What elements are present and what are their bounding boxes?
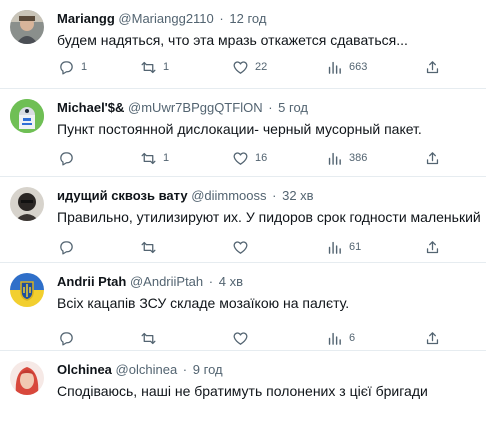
timestamp[interactable]: 9 год xyxy=(193,362,223,377)
tweet-header: Michael'$& @mUwr7BPggQTFlON · 5 год xyxy=(57,99,480,117)
retweet-button[interactable] xyxy=(140,329,163,347)
separator-dot: · xyxy=(182,362,188,377)
heart-icon xyxy=(233,60,248,74)
tweet-text: Сподіваюсь, наші не братимуть полонених … xyxy=(57,383,428,399)
retweet-button[interactable]: 1 xyxy=(140,149,169,167)
view-count: 386 xyxy=(349,152,368,164)
tweet[interactable]: Michael'$& @mUwr7BPggQTFlON · 5 год Пунк… xyxy=(0,89,486,177)
tweet[interactable]: Andrii Ptah @AndriiPtah · 4 хв Всіх каца… xyxy=(0,263,486,351)
retweet-button[interactable] xyxy=(140,238,163,256)
avatar[interactable] xyxy=(10,361,44,395)
separator-dot: · xyxy=(219,11,224,26)
reply-button[interactable]: 1 xyxy=(58,58,87,76)
separator-dot: · xyxy=(208,274,214,289)
user-handle[interactable]: @mUwr7BPggQTFlON xyxy=(128,100,263,115)
heart-icon xyxy=(233,331,248,345)
display-name[interactable]: Michael'$& xyxy=(57,100,124,115)
retweet-count: 1 xyxy=(163,61,170,73)
views-icon xyxy=(328,332,341,345)
separator-dot: · xyxy=(272,188,277,203)
timestamp[interactable]: 12 год xyxy=(229,11,266,26)
coat-of-arms-avatar-icon xyxy=(10,273,44,307)
share-icon xyxy=(426,60,439,73)
like-button[interactable]: 16 xyxy=(232,149,267,167)
reply-button[interactable] xyxy=(58,149,81,167)
share-button[interactable] xyxy=(424,58,441,76)
avatar[interactable] xyxy=(10,10,44,44)
share-icon xyxy=(426,331,439,344)
like-button[interactable] xyxy=(232,329,255,347)
tweet-text: Правильно, утилизируют их. У пидоров сро… xyxy=(57,209,480,225)
red-hair-avatar-icon xyxy=(10,361,44,395)
display-name[interactable]: Mariangg xyxy=(57,11,115,26)
user-handle[interactable]: @olchinea xyxy=(116,362,178,377)
profile-photo-avatar-icon xyxy=(10,10,44,44)
views-button[interactable]: 61 xyxy=(326,238,361,256)
display-name[interactable]: Olchinea xyxy=(57,362,112,377)
retweet-count: 1 xyxy=(163,152,170,164)
share-button[interactable] xyxy=(424,238,441,256)
reply-icon xyxy=(60,331,73,346)
views-button[interactable]: 663 xyxy=(326,58,367,76)
retweet-icon xyxy=(141,61,156,73)
reply-icon xyxy=(60,240,73,255)
views-icon xyxy=(328,152,341,165)
user-handle[interactable]: @diimmooss xyxy=(191,188,266,203)
avatar[interactable] xyxy=(10,187,44,221)
like-button[interactable] xyxy=(232,238,255,256)
views-icon xyxy=(328,241,341,254)
share-icon xyxy=(426,240,439,253)
reply-icon xyxy=(60,60,73,75)
heart-icon xyxy=(233,240,248,254)
dark-photo-avatar-icon xyxy=(10,187,44,221)
view-count: 663 xyxy=(349,61,368,73)
avatar[interactable] xyxy=(10,99,44,133)
timestamp[interactable]: 32 хв xyxy=(282,188,313,203)
views-button[interactable]: 6 xyxy=(326,329,355,347)
timestamp[interactable]: 4 хв xyxy=(219,274,243,289)
tweet[interactable]: Olchinea @olchinea · 9 год Сподіваюсь, н… xyxy=(0,351,486,422)
reply-button[interactable] xyxy=(58,238,81,256)
retweet-icon xyxy=(141,152,156,164)
like-count: 16 xyxy=(255,152,268,164)
reply-icon xyxy=(60,151,73,166)
share-button[interactable] xyxy=(424,329,441,347)
retweet-icon xyxy=(141,332,156,344)
tweet-text: будем надяться, что эта мразь откажется … xyxy=(57,32,408,48)
separator-dot: · xyxy=(268,100,273,115)
tweet-header: Olchinea @olchinea · 9 год xyxy=(57,361,480,379)
heart-icon xyxy=(233,151,248,165)
action-bar: 6 xyxy=(0,329,486,347)
avatar[interactable] xyxy=(10,273,44,307)
user-handle[interactable]: @Mariangg2110 xyxy=(118,11,213,26)
display-name[interactable]: идущий сквозь вату xyxy=(57,188,188,203)
retweet-button[interactable]: 1 xyxy=(140,58,169,76)
like-count: 22 xyxy=(255,61,268,73)
display-name[interactable]: Andrii Ptah xyxy=(57,274,126,289)
view-count: 61 xyxy=(349,241,362,253)
like-button[interactable]: 22 xyxy=(232,58,267,76)
reply-count: 1 xyxy=(81,61,88,73)
robot-avatar-icon xyxy=(10,99,44,133)
views-button[interactable]: 386 xyxy=(326,149,367,167)
tweet[interactable]: Mariangg @Mariangg2110 · 12 год будем на… xyxy=(0,0,486,89)
action-bar: 61 xyxy=(0,238,486,256)
user-handle[interactable]: @AndriiPtah xyxy=(130,274,203,289)
tweet-header: идущий сквозь вату @diimmooss · 32 хв xyxy=(57,187,480,205)
timestamp[interactable]: 5 год xyxy=(278,100,308,115)
share-icon xyxy=(426,151,439,164)
replies-feed: Mariangg @Mariangg2110 · 12 год будем на… xyxy=(0,0,486,422)
action-bar: 1 16 386 xyxy=(0,149,486,167)
tweet-text: Пункт постоянной дислокации- черный мусо… xyxy=(57,121,422,137)
retweet-icon xyxy=(141,241,156,253)
tweet-header: Andrii Ptah @AndriiPtah · 4 хв xyxy=(57,273,480,291)
tweet-header: Mariangg @Mariangg2110 · 12 год xyxy=(57,10,480,28)
reply-button[interactable] xyxy=(58,329,81,347)
view-count: 6 xyxy=(349,332,356,344)
tweet-text: Всіх кацапів ЗСУ складе мозаїкою на палє… xyxy=(57,295,350,311)
views-icon xyxy=(328,61,341,74)
action-bar: 1 1 22 663 xyxy=(0,58,486,76)
share-button[interactable] xyxy=(424,149,441,167)
tweet[interactable]: идущий сквозь вату @diimmooss · 32 хв Пр… xyxy=(0,177,486,263)
